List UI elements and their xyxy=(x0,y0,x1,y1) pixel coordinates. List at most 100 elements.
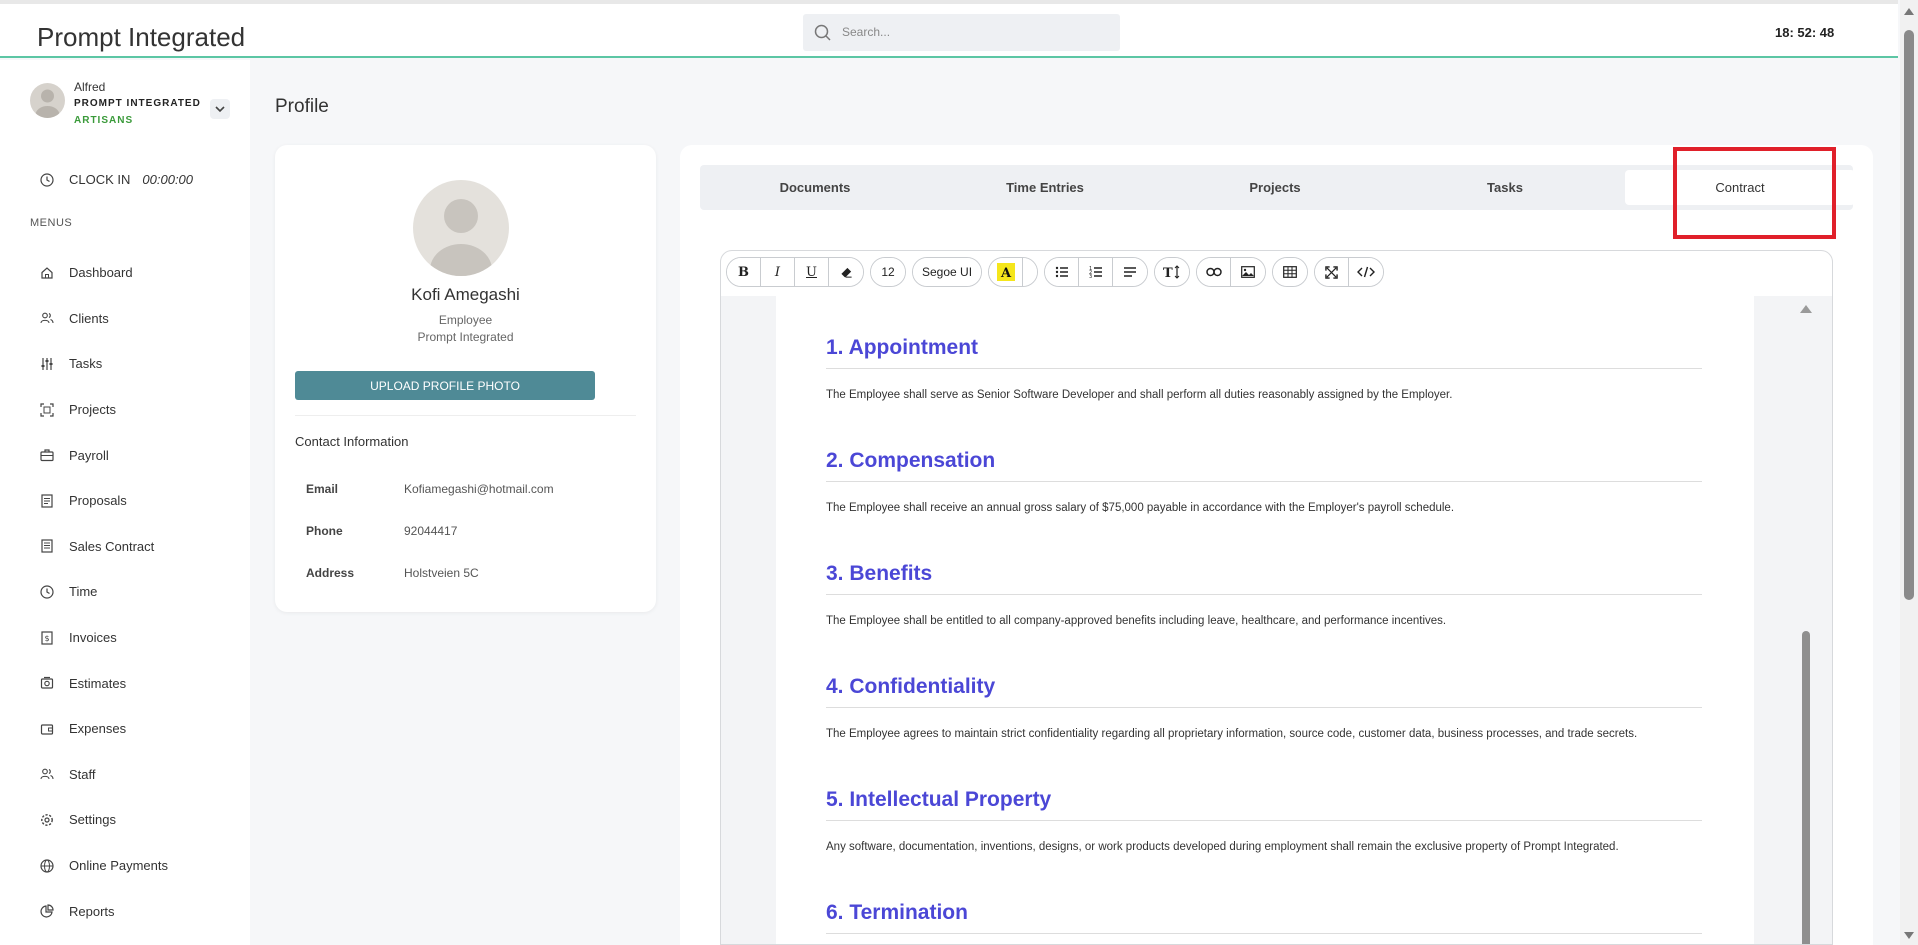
bullet-list-icon xyxy=(1055,266,1068,278)
sidebar-item-settings[interactable]: Settings xyxy=(40,797,168,843)
top-header: Prompt Integrated Search... 18: 52: 48 xyxy=(0,4,1898,58)
align-button[interactable] xyxy=(1113,258,1148,286)
sidebar-item-label: Payroll xyxy=(69,447,109,463)
section-text: The Employee shall be entitled to all co… xyxy=(826,615,1447,627)
clock-icon xyxy=(40,172,54,187)
contract-section-intellectual-property: 5. Intellectual Property Any software, d… xyxy=(826,788,1702,853)
sidebar-item-label: Clients xyxy=(69,310,109,326)
contract-icon xyxy=(41,539,53,553)
home-icon xyxy=(41,266,53,279)
sidebar-item-reports[interactable]: Reports xyxy=(40,888,168,934)
sidebar-item-payroll[interactable]: Payroll xyxy=(40,432,168,478)
contract-section-compensation: 2. Compensation The Employee shall recei… xyxy=(826,449,1702,514)
sidebar-item-label: Sales Contract xyxy=(69,538,155,554)
sidebar-item-online-payments[interactable]: Online Payments xyxy=(40,843,168,889)
line-height-group: T xyxy=(1154,257,1191,287)
italic-button[interactable]: I xyxy=(761,258,795,286)
insert-image-button[interactable] xyxy=(1231,258,1266,286)
search-input[interactable]: Search... xyxy=(842,25,890,39)
contract-section-appointment: 1. Appointment The Employee shall serve … xyxy=(826,336,1702,401)
svg-text:3: 3 xyxy=(1089,274,1092,279)
sidebar-item-staff[interactable]: Staff xyxy=(40,752,168,798)
clock-in-button[interactable]: CLOCK IN 00:00:00 xyxy=(40,172,193,187)
sidebar-item-expenses[interactable]: Expenses xyxy=(40,706,168,752)
view-group xyxy=(1314,257,1385,287)
highlight-annotation xyxy=(1673,147,1836,239)
avatar xyxy=(30,83,65,118)
table-group xyxy=(1272,257,1309,287)
underline-button[interactable]: U xyxy=(795,258,829,286)
code-view-button[interactable] xyxy=(1349,258,1384,286)
scroll-up-arrow-icon[interactable] xyxy=(1904,8,1914,15)
search-box[interactable]: Search... xyxy=(803,14,1120,51)
numbered-list-icon: 123 xyxy=(1089,266,1102,279)
section-heading: 6. Termination xyxy=(826,901,1702,934)
tab-time-entries[interactable]: Time Entries xyxy=(930,165,1160,210)
svg-text:T: T xyxy=(1163,266,1173,279)
globe-icon xyxy=(40,858,54,873)
page-scrollbar[interactable] xyxy=(1900,0,1918,945)
numbered-list-button[interactable]: 123 xyxy=(1079,258,1114,286)
align-left-icon xyxy=(1124,267,1137,277)
sidebar-item-label: Staff xyxy=(69,766,96,782)
sidebar-item-invoices[interactable]: $ Invoices xyxy=(40,615,168,661)
contact-value: 92044417 xyxy=(404,524,458,538)
link-icon xyxy=(1205,267,1222,277)
staff-icon xyxy=(40,768,54,780)
font-size-group: 12 xyxy=(870,257,906,287)
calculator-icon xyxy=(40,677,54,689)
svg-text:A: A xyxy=(1000,266,1012,281)
sidebar-item-sales-contract[interactable]: Sales Contract xyxy=(40,524,168,570)
sidebar-item-proposals[interactable]: Proposals xyxy=(40,478,168,524)
insert-table-button[interactable] xyxy=(1273,258,1308,286)
sidebar-item-projects[interactable]: Projects xyxy=(40,387,168,433)
search-icon xyxy=(814,24,831,41)
section-text: The Employee agrees to maintain strict c… xyxy=(826,728,1638,740)
code-icon xyxy=(1357,266,1376,278)
tab-documents[interactable]: Documents xyxy=(700,165,930,210)
image-icon xyxy=(1241,266,1255,278)
sidebar-item-time[interactable]: Time xyxy=(40,569,168,615)
document-icon xyxy=(41,494,53,508)
profile-company: Prompt Integrated xyxy=(417,330,514,344)
user-menu-toggle[interactable] xyxy=(210,99,230,119)
sidebar-item-estimates[interactable]: Estimates xyxy=(40,660,168,706)
sidebar-item-tasks[interactable]: Tasks xyxy=(40,341,168,387)
sidebar-item-clients[interactable]: Clients xyxy=(40,296,168,342)
fullscreen-button[interactable] xyxy=(1315,258,1350,286)
tab-projects[interactable]: Projects xyxy=(1160,165,1390,210)
invoice-icon: $ xyxy=(41,630,53,645)
color-dropdown-button[interactable] xyxy=(1023,258,1038,286)
user-name: Alfred xyxy=(74,80,106,94)
eraser-icon xyxy=(840,267,852,278)
tab-tasks[interactable]: Tasks xyxy=(1390,165,1620,210)
font-family-select[interactable]: Segoe UI xyxy=(913,258,982,286)
bold-button[interactable]: B xyxy=(727,258,761,286)
insert-link-button[interactable] xyxy=(1197,258,1232,286)
editor-scrollbar[interactable] xyxy=(1796,301,1816,945)
contract-page[interactable]: 1. Appointment The Employee shall serve … xyxy=(776,296,1754,944)
scroll-thumb[interactable] xyxy=(1802,631,1810,945)
clear-format-button[interactable] xyxy=(829,258,863,286)
highlight-color-button[interactable]: A xyxy=(989,258,1024,286)
contact-key: Phone xyxy=(306,524,343,538)
scroll-thumb[interactable] xyxy=(1904,30,1914,600)
section-heading: 5. Intellectual Property xyxy=(826,788,1702,821)
bullet-list-button[interactable] xyxy=(1045,258,1080,286)
sidebar-item-label: Tasks xyxy=(69,356,103,372)
font-size-select[interactable]: 12 xyxy=(871,258,905,286)
line-height-button[interactable]: T xyxy=(1155,258,1190,286)
contract-editor: B I U 12 Segoe UI A 1 2 3 T 1. Appointme… xyxy=(720,250,1833,945)
scroll-down-arrow-icon[interactable] xyxy=(1904,932,1914,939)
font-family-group: Segoe UI xyxy=(912,257,983,287)
insert-group xyxy=(1196,257,1267,287)
gear-icon xyxy=(41,814,53,826)
highlight-icon: A xyxy=(996,263,1015,281)
scroll-up-arrow-icon[interactable] xyxy=(1800,305,1812,313)
upload-profile-photo-button[interactable]: UPLOAD PROFILE PHOTO xyxy=(295,371,595,400)
table-icon xyxy=(1283,266,1297,278)
sidebar-item-dashboard[interactable]: Dashboard xyxy=(40,250,168,296)
sidebar-item-label: Settings xyxy=(69,812,116,828)
menus-heading: MENUS xyxy=(30,217,73,229)
editor-content-area[interactable]: 1. Appointment The Employee shall serve … xyxy=(721,296,1832,944)
